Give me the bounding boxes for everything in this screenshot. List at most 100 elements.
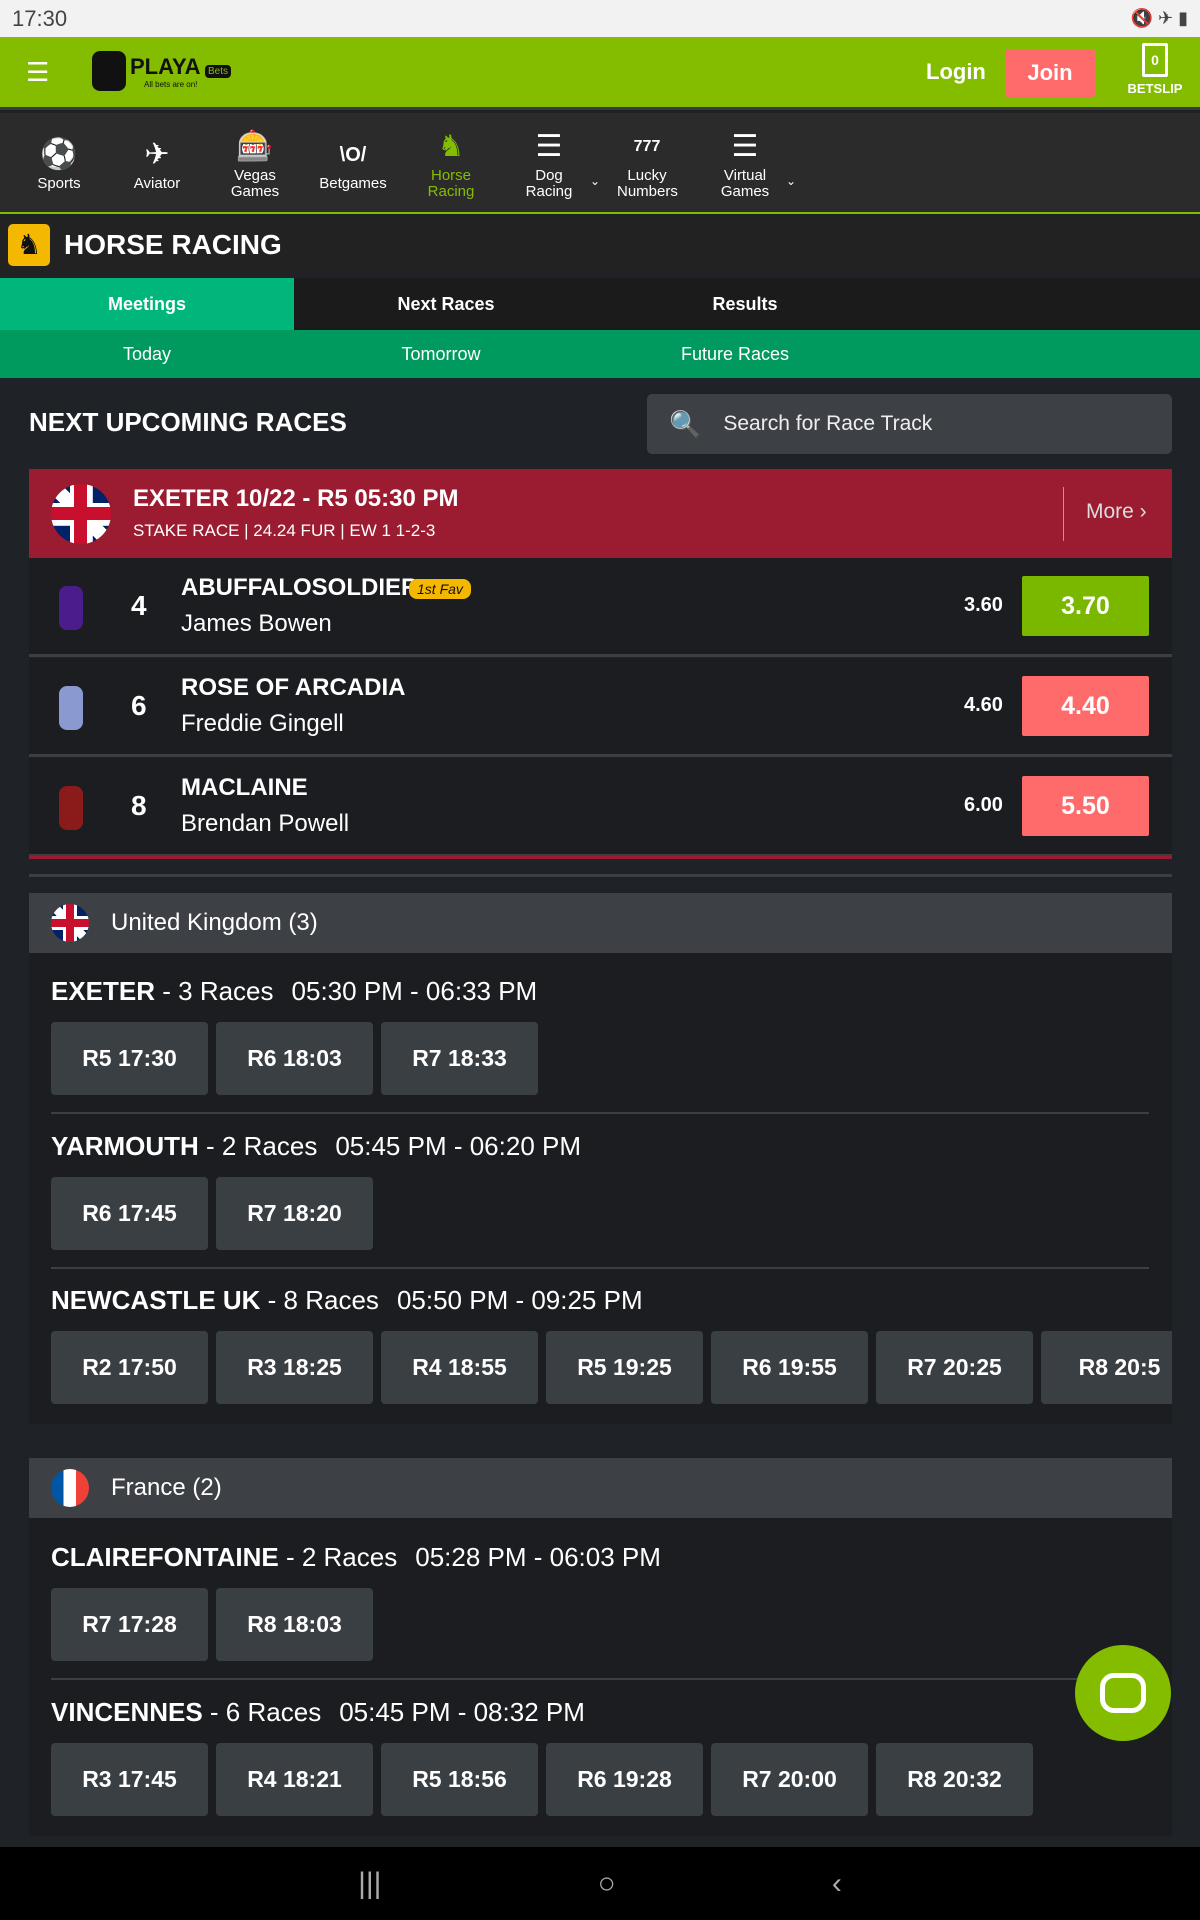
race-button[interactable]: R8 20:32 — [876, 1743, 1033, 1816]
featured-race-header: EXETER 10/22 - R5 05:30 PM STAKE RACE | … — [29, 469, 1172, 558]
betslip-label: BETSLIP — [1127, 81, 1183, 96]
race-button[interactable]: R7 18:20 — [216, 1177, 373, 1250]
odds-button[interactable]: 4.40 — [1022, 676, 1149, 736]
logo-tagline: All bets are on! — [144, 79, 198, 89]
meeting-divider — [51, 1678, 1149, 1680]
previous-odds: 3.60 — [964, 594, 1003, 616]
race-button[interactable]: R6 17:45 — [51, 1177, 208, 1250]
home-icon[interactable]: ○ — [598, 1867, 616, 1901]
list-icon: ☰ — [731, 129, 759, 163]
race-button[interactable]: R5 17:30 — [51, 1022, 208, 1095]
odds-button[interactable]: 3.70 — [1022, 576, 1149, 636]
race-button[interactable]: R7 18:33 — [381, 1022, 538, 1095]
meeting-name: VINCENNES — [51, 1697, 203, 1727]
nav-vegas-games[interactable]: 🎰 Vegas Games — [206, 113, 304, 212]
race-button[interactable]: R2 17:50 — [51, 1331, 208, 1404]
france-flag-icon — [51, 1469, 89, 1507]
meeting-times: 05:50 PM - 09:25 PM — [396, 1285, 643, 1315]
race-button[interactable]: R8 20:5 — [1041, 1331, 1172, 1404]
horse-name: MACLAINE — [181, 774, 308, 801]
section-divider — [29, 874, 1172, 877]
lion-icon — [92, 51, 126, 91]
menu-search-icon[interactable]: ☰ — [26, 57, 64, 87]
featured-race-title: EXETER 10/22 - R5 05:30 PM — [133, 485, 459, 512]
logo-badge: Bets — [204, 64, 231, 78]
runner-number: 4 — [131, 590, 147, 621]
nav-aviator[interactable]: ✈ Aviator — [108, 113, 206, 212]
nav-betgames[interactable]: \O/Betgames — [304, 113, 402, 212]
race-button[interactable]: R7 17:28 — [51, 1588, 208, 1661]
category-nav: ⚽ Sports ✈ Aviator 🎰 Vegas Games \O/Betgame… — [0, 113, 1200, 214]
subtabs: Today Tomorrow Future Races — [0, 330, 1200, 378]
race-button[interactable]: R3 17:45 — [51, 1743, 208, 1816]
subtab-future-races[interactable]: Future Races — [588, 330, 882, 378]
country-header[interactable]: France (2) — [29, 1458, 1172, 1518]
meeting-race-count: - 2 Races — [198, 1131, 318, 1161]
meeting-title: EXETER - 3 Races 05:30 PM - 06:33 PM — [51, 976, 537, 1007]
back-icon[interactable]: ‹ — [832, 1867, 842, 1901]
betslip-count: 0 — [1151, 52, 1159, 68]
nav-dog-racing[interactable]: ☰ Dog Racing ⌄ — [500, 113, 600, 212]
status-icons: 🔇 ✈ ▮ — [1130, 8, 1188, 28]
country-name: United Kingdom (3) — [111, 909, 318, 936]
chevron-down-icon[interactable]: ⌄ — [786, 173, 796, 189]
android-nav-bar: ||| ○ ‹ — [0, 1847, 1200, 1920]
nav-label: Lucky Numbers — [617, 166, 678, 200]
race-track-search[interactable]: 🔍 Search for Race Track — [647, 394, 1172, 454]
jockey-silk-icon — [59, 786, 83, 830]
status-time: 17:30 — [12, 5, 68, 31]
slot-machine-icon: 🎰 — [236, 129, 274, 163]
meeting-title: NEWCASTLE UK - 8 Races 05:50 PM - 09:25 P… — [51, 1285, 643, 1316]
more-button[interactable]: More › — [1086, 500, 1147, 524]
race-button[interactable]: R5 19:25 — [546, 1331, 703, 1404]
tab-results[interactable]: Results — [598, 278, 892, 330]
tab-meetings[interactable]: Meetings — [0, 278, 294, 330]
tab-next-races[interactable]: Next Races — [294, 278, 598, 330]
subtab-today[interactable]: Today — [0, 330, 294, 378]
country-header[interactable]: United Kingdom (3) — [29, 893, 1172, 953]
runner-number: 6 — [131, 690, 147, 721]
jockey-silk-icon — [59, 686, 83, 730]
runner-row: 4 ABUFFALOSOLDIER 1st Fav James Bowen 3.… — [29, 558, 1172, 657]
subtab-tomorrow[interactable]: Tomorrow — [294, 330, 588, 378]
chat-icon — [1100, 1673, 1146, 1713]
featured-race-subtitle: STAKE RACE | 24.24 FUR | EW 1 1-2-3 — [133, 521, 436, 540]
meeting-times: 05:30 PM - 06:33 PM — [291, 976, 538, 1006]
race-button[interactable]: R7 20:25 — [876, 1331, 1033, 1404]
race-button[interactable]: R4 18:55 — [381, 1331, 538, 1404]
meeting-title: VINCENNES - 6 Races 05:45 PM - 08:32 PM — [51, 1697, 585, 1728]
soccer-ball-icon: ⚽ — [40, 137, 78, 171]
nav-label: Virtual Games — [720, 166, 770, 200]
login-button[interactable]: Login — [926, 59, 986, 85]
top-header: ☰ PLAYA Bets All bets are on! Login Join… — [0, 37, 1200, 110]
race-button[interactable]: R4 18:21 — [216, 1743, 373, 1816]
chat-button[interactable] — [1075, 1645, 1171, 1741]
nav-label: Dog Racing — [525, 166, 573, 200]
search-input[interactable]: Search for Race Track — [723, 412, 932, 436]
previous-odds: 4.60 — [964, 694, 1003, 716]
nav-horse-racing[interactable]: ♞ Horse Racing — [402, 113, 500, 212]
race-button[interactable]: R6 19:55 — [711, 1331, 868, 1404]
race-button[interactable]: R5 18:56 — [381, 1743, 538, 1816]
recents-icon[interactable]: ||| — [358, 1867, 381, 1901]
nav-sports[interactable]: ⚽ Sports — [10, 113, 108, 212]
logo[interactable]: PLAYA Bets All bets are on! — [92, 51, 231, 91]
betslip-button[interactable]: 0 BETSLIP — [1125, 43, 1185, 96]
country-meetings: R5 17:30 R6 18:03 R7 18:33 R6 17:45 R7 18:20… — [29, 953, 1172, 1424]
meeting-name: CLAIREFONTAINE — [51, 1542, 279, 1572]
race-button[interactable]: R8 18:03 — [216, 1588, 373, 1661]
race-button[interactable]: R7 20:00 — [711, 1743, 868, 1816]
betgames-icon: \O/ — [339, 143, 367, 166]
betslip-icon: 0 — [1142, 43, 1168, 77]
nav-virtual-games[interactable]: ☰ Virtual Games ⌄ — [696, 113, 796, 212]
nav-label: Vegas Games — [230, 166, 280, 200]
odds-button[interactable]: 5.50 — [1022, 776, 1149, 836]
meeting-title: YARMOUTH - 2 Races 05:45 PM - 06:20 PM — [51, 1131, 581, 1162]
race-button[interactable]: R6 18:03 — [216, 1022, 373, 1095]
race-button[interactable]: R3 18:25 — [216, 1331, 373, 1404]
race-button[interactable]: R6 19:28 — [546, 1743, 703, 1816]
featured-bottom-border — [29, 856, 1172, 859]
join-button[interactable]: Join — [1005, 49, 1095, 97]
nav-lucky-numbers[interactable]: 777 Lucky Numbers — [598, 113, 696, 212]
meeting-divider — [51, 1112, 1149, 1114]
